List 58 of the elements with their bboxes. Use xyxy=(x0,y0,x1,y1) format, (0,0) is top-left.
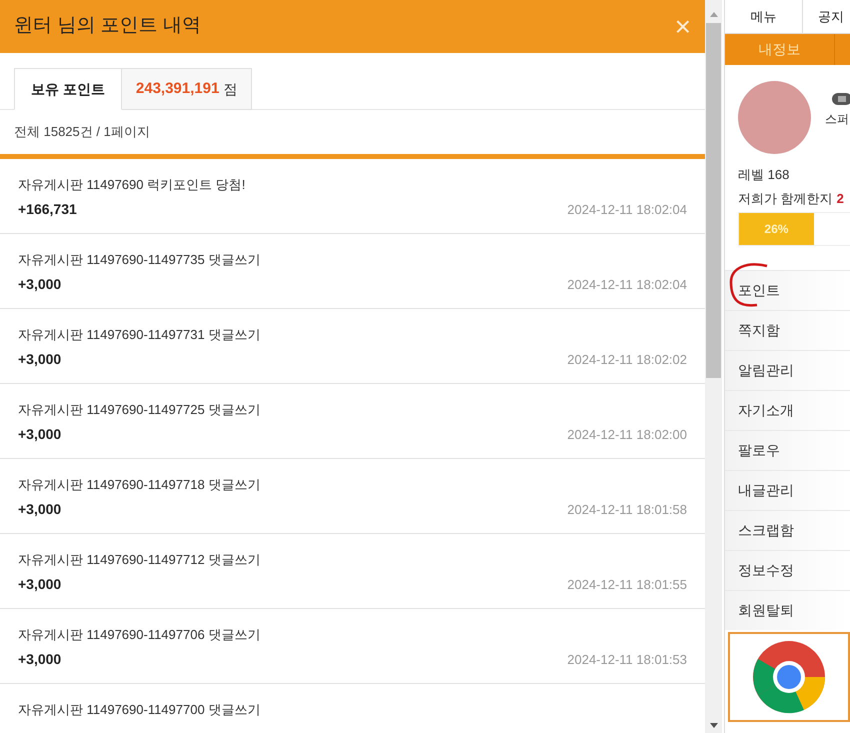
menu-label: 포인트 xyxy=(738,281,780,300)
menu-label: 알림관리 xyxy=(738,361,794,380)
top-tab[interactable]: 메뉴 xyxy=(725,0,803,33)
summary-text: 전체 15825건 / 1페이지 xyxy=(14,123,150,142)
entry-date: 2024-12-11 18:01:58 xyxy=(567,500,687,519)
entry-description: 자유게시판 11497690-11497731 댓글쓰기 xyxy=(18,326,262,344)
entry-amount: +3,000 xyxy=(18,275,62,294)
progress-label: 26% xyxy=(764,221,788,238)
menu-label: 회원탈퇴 xyxy=(738,601,794,620)
menu-item[interactable]: 스크랩함 xyxy=(725,510,850,550)
menu-item[interactable]: 쪽지함 xyxy=(725,310,850,350)
entry-amount: +3,000 xyxy=(18,650,62,669)
balance-unit: 점 xyxy=(223,80,238,98)
scroll-down-icon[interactable] xyxy=(710,723,718,728)
entry-amount: +3,000 xyxy=(18,575,62,594)
scrollbar[interactable] xyxy=(705,0,722,733)
entry-description: 자유게시판 11497690-11497725 댓글쓰기 xyxy=(18,401,262,419)
menu-item[interactable]: 포인트 xyxy=(725,270,850,310)
together-text: 저희가 함께한지 xyxy=(738,190,833,208)
entry-date: 2024-12-11 18:02:04 xyxy=(567,276,687,294)
entry-date: 2024-12-11 18:02:02 xyxy=(567,350,687,369)
entry-description: 자유게시판 11497690-11497706 댓글쓰기 xyxy=(18,626,262,644)
top-tab[interactable]: 공지 xyxy=(803,0,850,33)
entry-amount: +3,000 xyxy=(18,350,62,369)
entry-description: 자유게시판 11497690-11497735 댓글쓰기 xyxy=(18,251,262,269)
tab[interactable]: 보유 포인트 xyxy=(14,68,122,110)
entry-date: 2024-12-11 18:02:04 xyxy=(567,200,687,219)
menu-item[interactable]: 회원탈퇴 xyxy=(725,590,850,630)
entry-description: 자유게시판 11497690-11497718 댓글쓰기 xyxy=(18,476,262,494)
chrome-logo-icon xyxy=(752,640,826,714)
menu-label: 팔로우 xyxy=(738,441,780,460)
entry-description: 자유게시판 11497690-11497700 댓글쓰기 xyxy=(18,701,262,719)
balance-amount: 243,391,191 xyxy=(136,78,220,99)
scroll-up-icon[interactable] xyxy=(710,12,718,17)
menu-item[interactable]: 정보수정 xyxy=(725,550,850,590)
dialog-title: 윈터 님의 포인트 내역 xyxy=(14,14,201,38)
badge-icon xyxy=(831,91,850,107)
entry-description: 자유게시판 11497690 럭키포인트 당첨! xyxy=(18,176,246,194)
menu-item[interactable]: 알림관리 xyxy=(725,350,850,390)
entry-amount: +3,000 xyxy=(18,425,62,444)
entry-description: 자유게시판 11497690-11497712 댓글쓰기 xyxy=(18,551,262,569)
entry-date: 2024-12-11 18:02:00 xyxy=(567,426,687,444)
entry-date: 2024-12-11 18:01:53 xyxy=(567,650,687,669)
entry-amount: +166,731 xyxy=(18,200,77,219)
scroll-thumb[interactable] xyxy=(706,23,721,378)
level-text: 레벨 168 xyxy=(737,166,790,184)
entry-date: 2024-12-11 18:01:55 xyxy=(567,576,687,594)
menu-label: 쪽지함 xyxy=(738,321,780,340)
nickname: 스퍼 xyxy=(825,111,849,128)
menu-item[interactable]: 팔로우 xyxy=(725,430,850,470)
menu-label: 자기소개 xyxy=(738,401,794,420)
menu-label: 스크랩함 xyxy=(738,521,794,540)
menu-item[interactable]: 자기소개 xyxy=(725,390,850,430)
menu-label: 정보수정 xyxy=(738,561,794,580)
menu-item[interactable]: 내글관리 xyxy=(725,470,850,510)
entry-amount: +3,000 xyxy=(18,500,62,519)
days-count: 2 xyxy=(836,190,844,208)
menu-label: 내글관리 xyxy=(738,481,794,500)
